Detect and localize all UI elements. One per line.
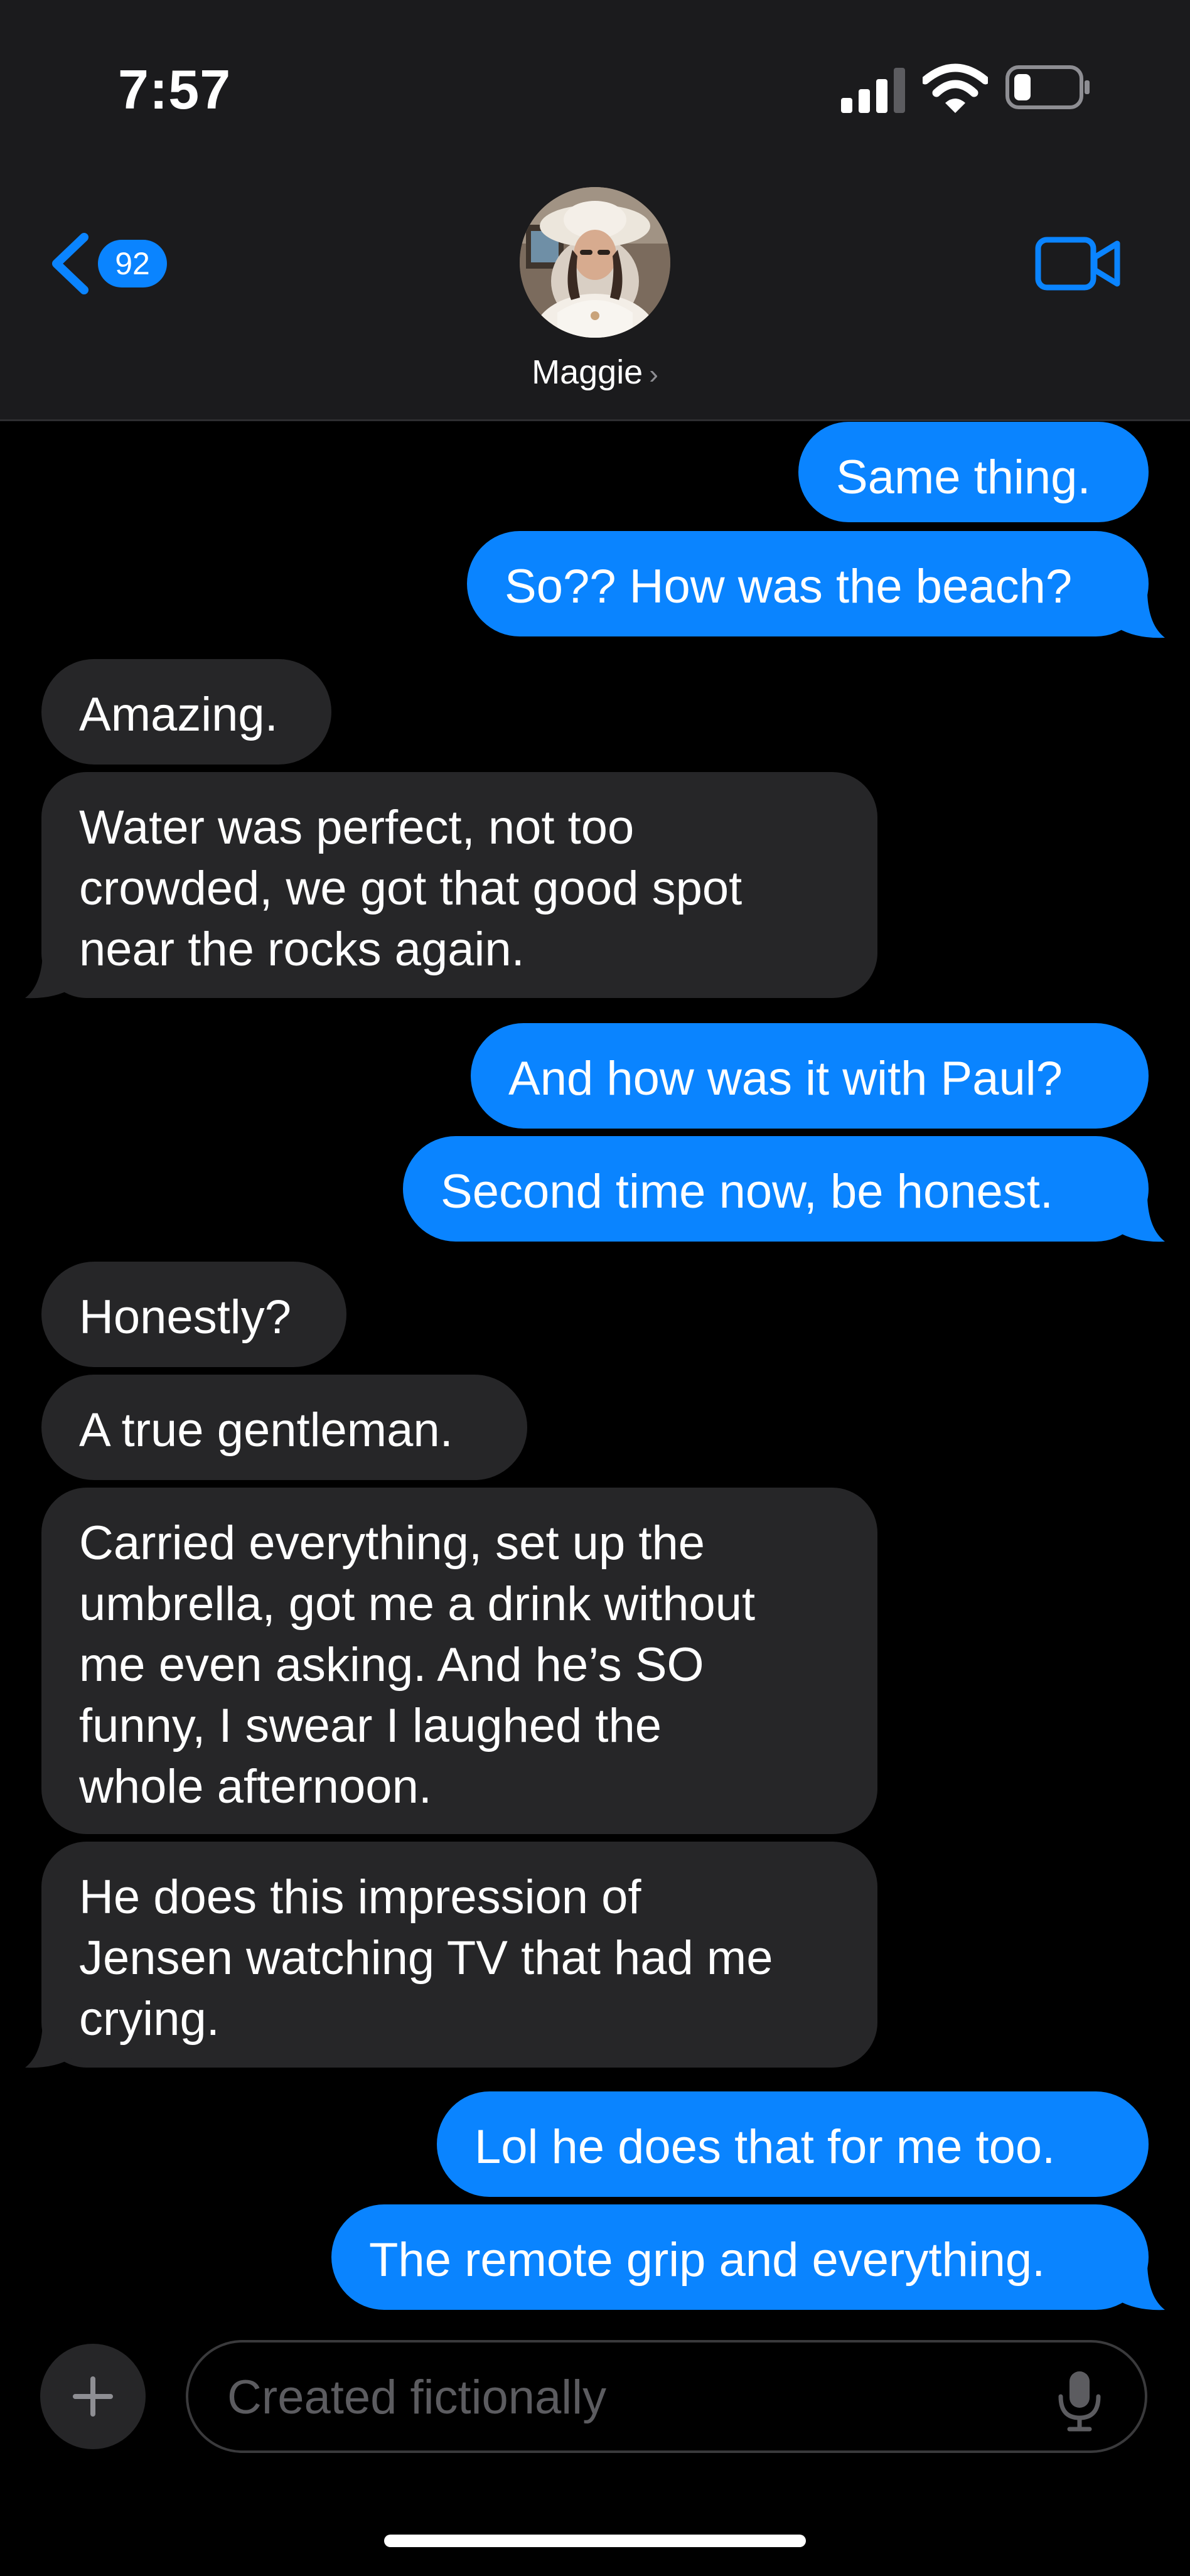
message-bubble-outgoing[interactable]: So?? How was the beach? [467,531,1149,636]
message-bubble-outgoing[interactable]: The remote grip and everything. [331,2204,1149,2310]
contact-name-button[interactable]: Maggie › [0,353,1190,392]
chevron-right-icon: › [649,359,658,390]
message-bubble-incoming[interactable]: A true gentleman. [41,1375,527,1480]
microphone-icon[interactable] [1054,2369,1105,2432]
wifi-icon [923,63,988,113]
bubble-tail [1117,1198,1165,1242]
message-bubble-outgoing[interactable]: And how was it with Paul? [471,1023,1149,1129]
message-bubble-incoming[interactable]: Amazing. [41,659,331,765]
back-button[interactable]: 92 [48,226,173,301]
add-attachment-button[interactable] [40,2344,146,2449]
bubble-tail [25,954,73,999]
conversation-header: 7:57 92 Maggie › [0,0,1190,421]
message-bubble-outgoing[interactable]: Same thing. [798,422,1149,522]
chevron-left-icon [52,233,88,294]
contact-avatar-photo [520,187,670,338]
unread-count-badge: 92 [98,240,167,287]
contact-name: Maggie [532,353,643,391]
bubble-tail [25,2024,73,2068]
plus-icon [73,2376,113,2417]
bubble-tail [1117,2266,1165,2310]
home-indicator [384,2535,806,2547]
video-camera-icon [1035,237,1120,291]
message-bubble-incoming[interactable]: Carried everything, set up the umbrella,… [41,1488,877,1834]
message-input[interactable]: Created fictionally [186,2340,1147,2453]
message-input-placeholder: Created fictionally [227,2371,607,2424]
contact-avatar[interactable] [520,187,670,338]
message-bubble-incoming[interactable]: Water was perfect, not too crowded, we g… [41,772,877,998]
message-bubble-outgoing[interactable]: Second time now, be honest. [403,1136,1149,1242]
message-bubble-incoming[interactable]: Honestly? [41,1262,346,1367]
message-bubble-outgoing[interactable]: Lol he does that for me too. [437,2091,1149,2197]
battery-icon [1005,65,1090,109]
video-call-button[interactable] [1034,232,1122,295]
bubble-tail [1117,594,1165,638]
message-bubble-incoming[interactable]: He does this impression of Jensen watchi… [41,1842,877,2068]
status-time: 7:57 [118,58,232,121]
cellular-signal-icon [841,68,905,113]
